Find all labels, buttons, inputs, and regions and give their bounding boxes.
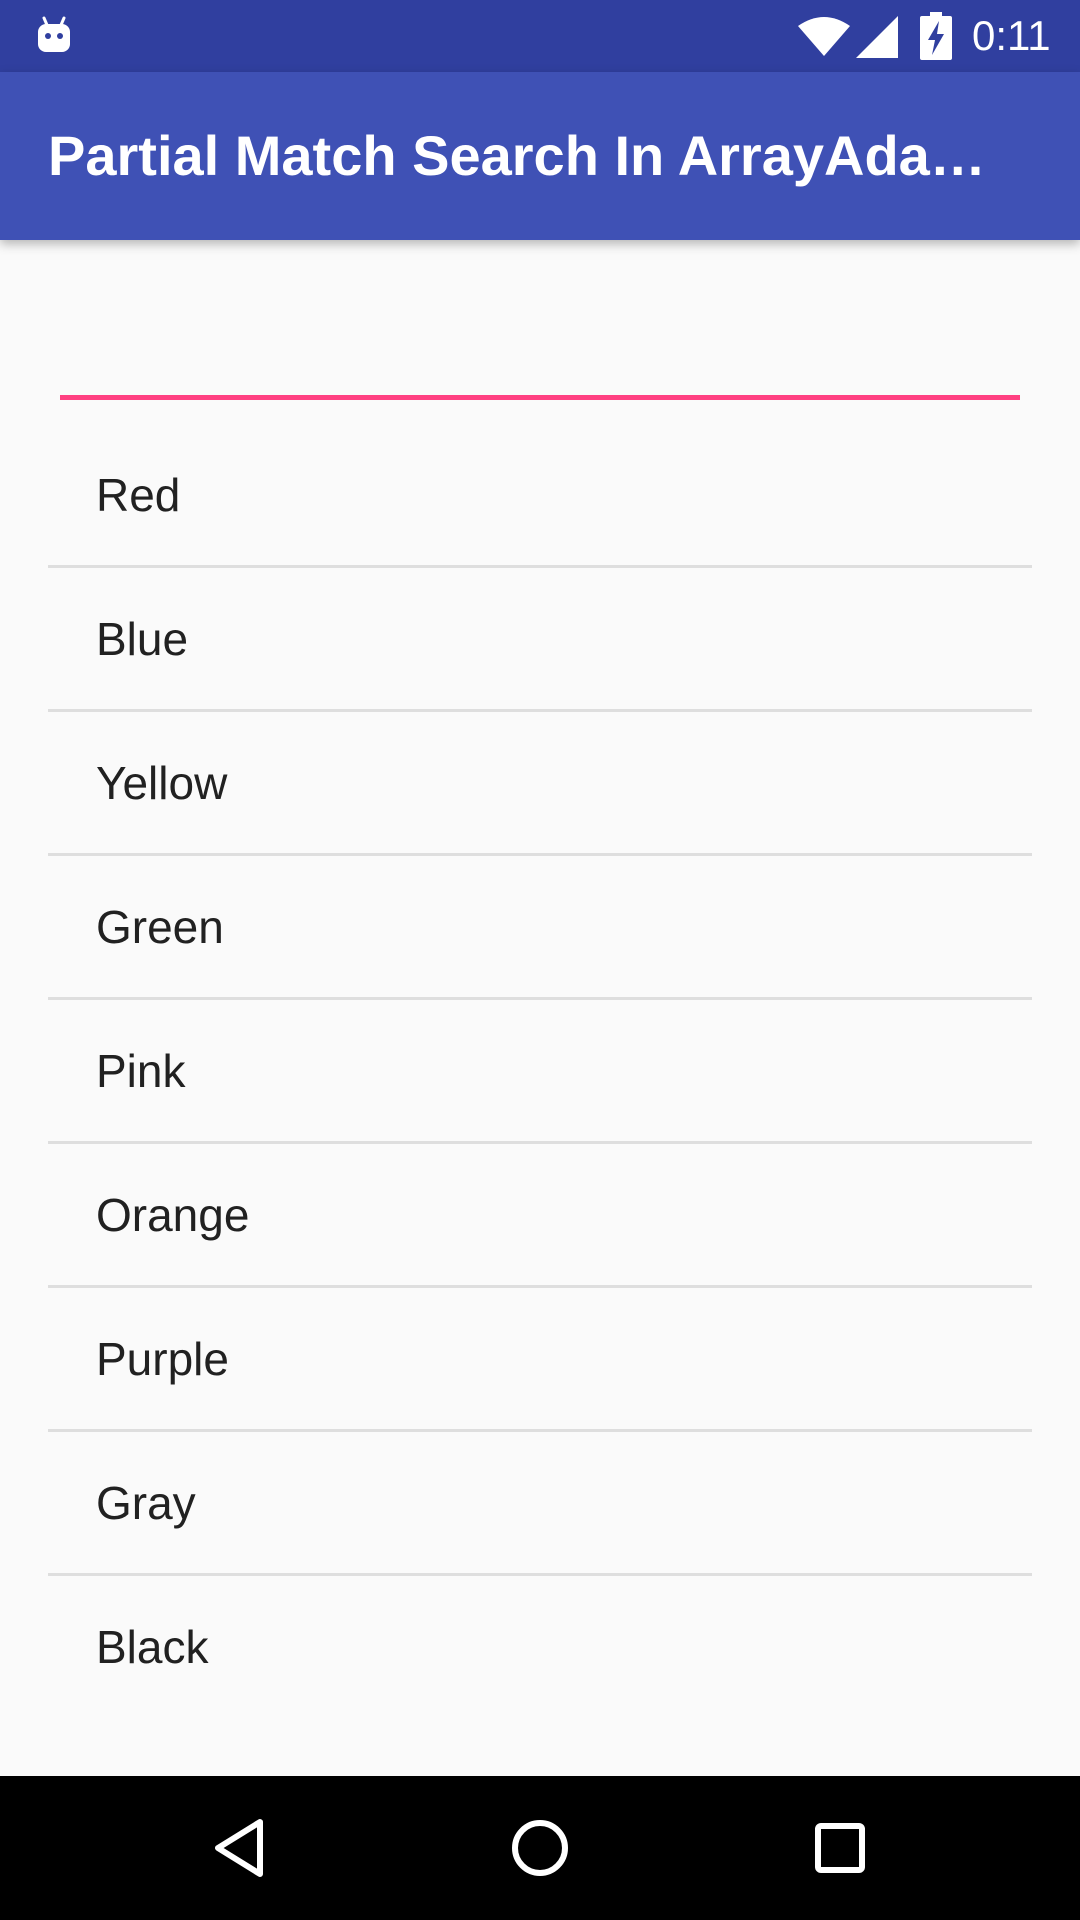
status-bar: 0:11 [0,0,1080,72]
list-item[interactable]: Purple [48,1288,1032,1432]
recents-icon[interactable] [804,1812,876,1884]
back-icon[interactable] [204,1812,276,1884]
list-item-label: Gray [96,1477,196,1529]
page-title: Partial Match Search In ArrayAda… [48,124,986,187]
list-item[interactable]: Red [48,424,1032,568]
list-item-label: Green [96,901,224,953]
search-input[interactable] [60,330,1020,400]
home-icon[interactable] [504,1812,576,1884]
list-item-label: Pink [96,1045,186,1097]
signal-icon [856,16,898,58]
list-item-label: Orange [96,1189,250,1241]
navigation-bar [0,1776,1080,1920]
list-item-label: Yellow [96,757,228,809]
battery-charging-icon [920,12,952,60]
list-item-label: Blue [96,613,189,665]
list-item[interactable]: Orange [48,1144,1032,1288]
screen: 0:11 Partial Match Search In ArrayAda… R… [0,0,1080,1920]
status-clock: 0:11 [972,12,1051,59]
app-bar: Partial Match Search In ArrayAda… [0,72,1080,240]
list-item[interactable]: Yellow [48,712,1032,856]
list-item[interactable]: Gray [48,1432,1032,1576]
color-list: Red Blue Yellow Green Pink Orange Purple… [48,424,1032,1720]
list-item[interactable]: Blue [48,568,1032,712]
list-item-label: Purple [96,1333,229,1385]
list-item-label: Black [96,1621,209,1673]
list-item[interactable]: Black [48,1576,1032,1720]
android-notification-icon [38,16,70,52]
list-item-label: Red [96,469,181,521]
list-item[interactable]: Green [48,856,1032,1000]
wifi-icon [798,17,850,56]
list-item[interactable]: Pink [48,1000,1032,1144]
